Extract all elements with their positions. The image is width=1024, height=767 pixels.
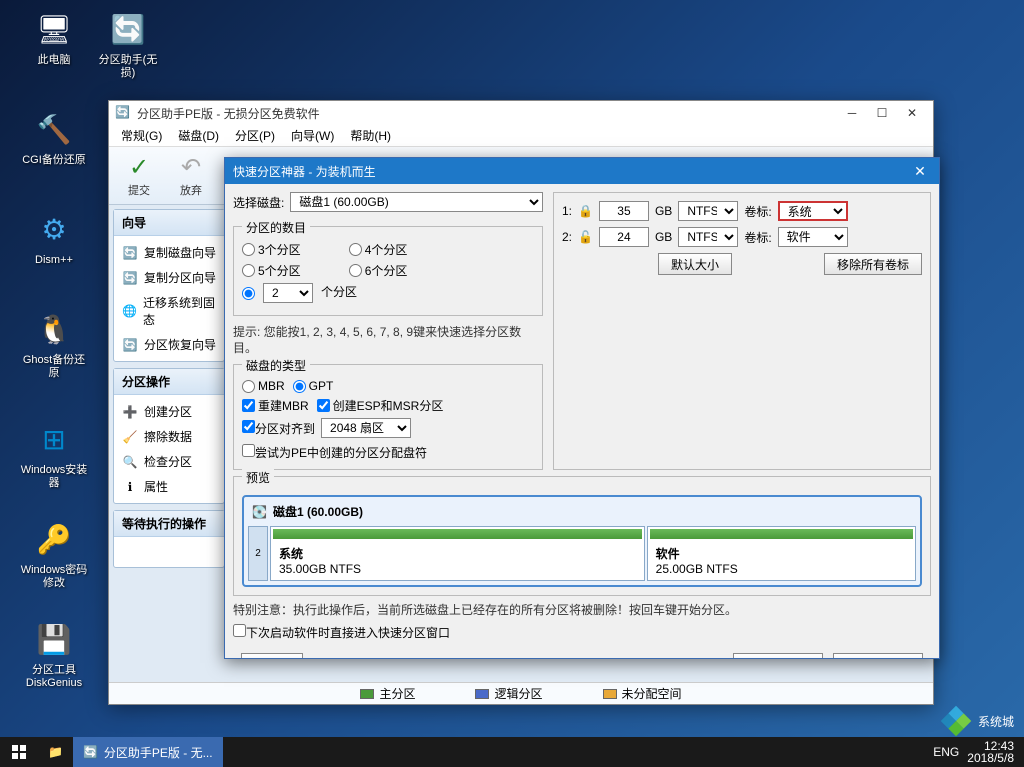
panel-wizard: 向导 🔄复制磁盘向导 🔄复制分区向导 🌐迁移系统到固态 🔄分区恢复向导: [113, 209, 225, 362]
radio-5parts[interactable]: 5个分区: [242, 262, 301, 279]
maximize-button[interactable]: ☐: [867, 102, 897, 124]
menu-general[interactable]: 常规(G): [115, 125, 168, 146]
desktop-icon-ghost[interactable]: 🐧Ghost备份还原: [18, 308, 90, 380]
start-button[interactable]: 开始执行: [733, 653, 823, 658]
radio-mbr[interactable]: MBR: [242, 379, 285, 393]
refresh-icon: 🔄: [122, 245, 138, 261]
desktop-icon-cgi[interactable]: 🔨CGI备份还原: [18, 108, 90, 167]
radio-4parts[interactable]: 4个分区: [349, 241, 408, 258]
preview-part-1[interactable]: 系统35.00GB NTFS: [270, 526, 645, 581]
radio-custom[interactable]: [242, 283, 255, 303]
chk-next-time[interactable]: 下次启动软件时直接进入快速分区窗口: [233, 624, 931, 641]
chk-align[interactable]: 分区对齐到: [242, 420, 315, 437]
radio-gpt[interactable]: GPT: [293, 379, 334, 393]
info-icon: ℹ: [122, 479, 138, 495]
menu-disk[interactable]: 磁盘(D): [172, 125, 225, 146]
dialog-close-button[interactable]: ✕: [909, 160, 931, 182]
select-disk-label: 选择磁盘:: [233, 194, 284, 211]
op-create[interactable]: ➕创建分区: [116, 399, 222, 424]
vol-select-1[interactable]: 系统: [778, 201, 848, 221]
desktop-icon-winpwd[interactable]: 🔑Windows密码修改: [18, 518, 90, 590]
chk-esp[interactable]: 创建ESP和MSR分区: [317, 397, 444, 414]
menu-wizard[interactable]: 向导(W): [285, 125, 340, 146]
warning-text: 特别注意：执行此操作后，当前所选磁盘上已经存在的所有分区将被删除！按回车键开始分…: [233, 602, 931, 618]
custom-count-select[interactable]: 2: [263, 283, 313, 303]
wiz-copy-part[interactable]: 🔄复制分区向导: [116, 265, 222, 290]
desktop-icon-dism[interactable]: ⚙Dism++: [18, 208, 90, 267]
folder-icon: 📁: [48, 745, 63, 759]
preview-group: 预览 💽磁盘1 (60.00GB) 2 系统35.00GB NTFS 软件25.…: [233, 476, 931, 596]
op-props[interactable]: ℹ属性: [116, 474, 222, 499]
plus-icon: ➕: [122, 404, 138, 420]
fs-select-2[interactable]: NTFS: [678, 227, 738, 247]
preview-part-2[interactable]: 软件25.00GB NTFS: [647, 526, 916, 581]
partition-count-group: 分区的数目 3个分区 4个分区 5个分区 6个分区 2 个分区: [233, 226, 543, 316]
close-button[interactable]: ✕: [897, 102, 927, 124]
op-wipe[interactable]: 🧹擦除数据: [116, 424, 222, 449]
fs-select-1[interactable]: NTFS: [678, 201, 738, 221]
toolbar-discard[interactable]: ↶放弃: [165, 151, 217, 200]
disk-type-group: 磁盘的类型 MBR GPT 重建MBR 创建ESP和MSR分区 分区对齐到 20…: [233, 364, 543, 470]
desktop-icon-wininstall[interactable]: ⊞Windows安装器: [18, 418, 90, 490]
toolbar-apply[interactable]: ✓提交: [113, 151, 165, 200]
panel-ops: 分区操作 ➕创建分区 🧹擦除数据 🔍检查分区 ℹ属性: [113, 368, 225, 504]
disk-select[interactable]: 磁盘1 (60.00GB): [290, 192, 543, 212]
start-button[interactable]: [0, 737, 38, 767]
remove-labels-button[interactable]: 移除所有卷标: [824, 253, 922, 275]
minimize-button[interactable]: ─: [837, 102, 867, 124]
cancel-button[interactable]: 取消(C): [833, 653, 923, 658]
search-icon: 🔍: [122, 454, 138, 470]
sidebar: 向导 🔄复制磁盘向导 🔄复制分区向导 🌐迁移系统到固态 🔄分区恢复向导 分区操作…: [109, 205, 229, 682]
menu-help[interactable]: 帮助(H): [344, 125, 397, 146]
radio-3parts[interactable]: 3个分区: [242, 241, 301, 258]
taskbar: 📁 🔄分区助手PE版 - 无... ENG 12:43 2018/5/8: [0, 737, 1024, 767]
panel-pending: 等待执行的操作: [113, 510, 225, 568]
unlock-icon: 🔓: [578, 230, 593, 244]
legend-primary-icon: [360, 689, 374, 699]
desktop-icon-partition[interactable]: 🔄分区助手(无损): [92, 8, 164, 80]
legend-unalloc-icon: [603, 689, 617, 699]
dialog-titlebar[interactable]: 快速分区神器 - 为装机而生 ✕: [225, 158, 939, 184]
wiz-recover[interactable]: 🔄分区恢复向导: [116, 332, 222, 357]
refresh-icon: 🔄: [122, 337, 138, 353]
preview-small-part: 2: [248, 526, 268, 581]
disk-icon: 💽: [252, 505, 267, 519]
watermark: 系统城: [938, 703, 1014, 739]
tray-clock[interactable]: 12:43 2018/5/8: [967, 740, 1014, 764]
menubar: 常规(G) 磁盘(D) 分区(P) 向导(W) 帮助(H): [109, 125, 933, 147]
quick-partition-dialog: 快速分区神器 - 为装机而生 ✕ 选择磁盘: 磁盘1 (60.00GB) 分区的…: [224, 157, 940, 659]
lock-icon: 🔒: [578, 204, 593, 218]
app-title: 分区助手PE版 - 无损分区免费软件: [137, 105, 320, 122]
globe-icon: 🌐: [122, 303, 137, 319]
chk-rebuild-mbr[interactable]: 重建MBR: [242, 397, 309, 414]
align-select[interactable]: 2048 扇区: [321, 418, 411, 438]
hint-text: 提示: 您能按1, 2, 3, 4, 5, 6, 7, 8, 9键来快速选择分区…: [233, 324, 543, 356]
op-check[interactable]: 🔍检查分区: [116, 449, 222, 474]
wiz-migrate[interactable]: 🌐迁移系统到固态: [116, 290, 222, 332]
wiz-copy-disk[interactable]: 🔄复制磁盘向导: [116, 240, 222, 265]
default-size-button[interactable]: 默认大小: [658, 253, 732, 275]
app-icon: 🔄: [83, 745, 98, 759]
chk-pe[interactable]: 尝试为PE中创建的分区分配盘符: [242, 446, 427, 460]
refresh-icon: 🔄: [122, 270, 138, 286]
desktop-icon-thispc[interactable]: 🖥此电脑: [18, 8, 90, 67]
taskbar-explorer[interactable]: 📁: [38, 737, 73, 767]
size-input-2[interactable]: [599, 227, 649, 247]
preset-button[interactable]: 预设置: [241, 653, 303, 658]
vol-select-2[interactable]: 软件: [778, 227, 848, 247]
desktop-icon-diskgenius[interactable]: 💾分区工具DiskGenius: [18, 618, 90, 690]
chevron-icon: ︽: [313, 656, 325, 659]
menu-partition[interactable]: 分区(P): [229, 125, 281, 146]
taskbar-app[interactable]: 🔄分区助手PE版 - 无...: [73, 737, 223, 767]
titlebar[interactable]: 🔄 分区助手PE版 - 无损分区免费软件 ─ ☐ ✕: [109, 101, 933, 125]
radio-6parts[interactable]: 6个分区: [349, 262, 408, 279]
tray-lang[interactable]: ENG: [933, 745, 959, 759]
app-icon: 🔄: [115, 105, 131, 121]
erase-icon: 🧹: [122, 429, 138, 445]
legend-logical-icon: [475, 689, 489, 699]
size-input-1[interactable]: [599, 201, 649, 221]
legend: 主分区 逻辑分区 未分配空间: [109, 682, 933, 704]
